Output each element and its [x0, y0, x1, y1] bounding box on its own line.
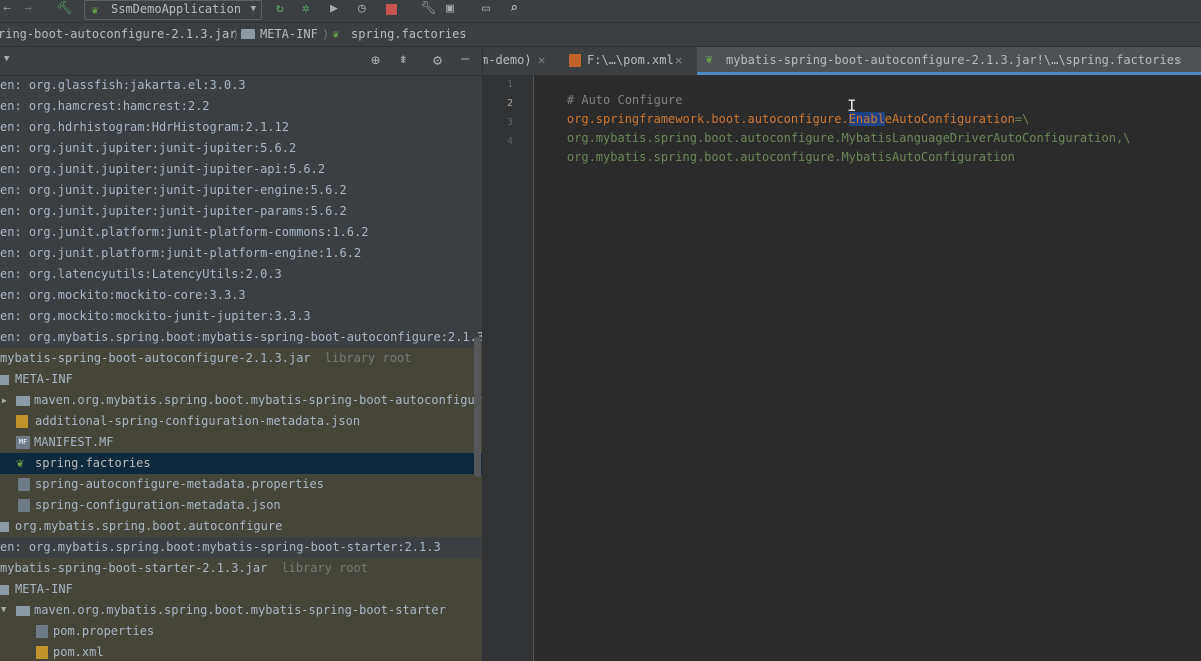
tree-row[interactable]: org.mybatis.spring.boot.autoconfigure — [0, 516, 482, 537]
code-line-4: org.mybatis.spring.boot.autoconfigure.My… — [566, 150, 1015, 164]
run-configuration-dropdown[interactable]: ❦ SsmDemoApplication ▼ — [84, 0, 262, 20]
tree-row[interactable]: MF MANIFEST.MF — [0, 432, 482, 453]
spring-leaf-icon: ❦ — [16, 456, 24, 471]
line-number: 4 — [506, 136, 513, 147]
tree-row[interactable]: en: org.mybatis.spring.boot:mybatis-spri… — [0, 327, 482, 348]
tree-row[interactable]: pom.xml — [0, 642, 482, 661]
spring-leaf-icon: ❦ — [91, 3, 99, 17]
tree-row[interactable]: en: org.glassfish:jakarta.el:3.0.3 — [0, 75, 482, 96]
properties-file-icon — [36, 625, 48, 638]
view-dropdown-icon[interactable]: ▼ — [4, 54, 9, 64]
tree-row[interactable]: en: org.junit.jupiter:junit-jupiter-api:… — [0, 159, 482, 180]
project-structure-icon[interactable]: ▣ — [446, 0, 454, 20]
tree-row[interactable]: spring-autoconfigure-metadata.properties — [0, 474, 482, 495]
chevron-down-icon: ▼ — [250, 4, 256, 14]
spring-factories-icon: ❦ — [332, 27, 340, 41]
spring-leaf-icon: ❦ — [705, 52, 713, 67]
tree-row[interactable]: en: org.hdrhistogram:HdrHistogram:2.1.12 — [0, 117, 482, 138]
terminal-icon[interactable]: ▭ — [482, 0, 490, 20]
tree-row[interactable]: pom.properties — [0, 621, 482, 642]
package-icon — [0, 522, 9, 532]
breadcrumb: ring-boot-autoconfigure-2.1.3.jar ⟩ META… — [0, 23, 1201, 47]
tree-row[interactable]: en: org.junit.jupiter:junit-jupiter-engi… — [0, 180, 482, 201]
editor-tabs: m-demo) ✕ F:\…\pom.xml ✕ ❦ mybatis-sprin… — [483, 47, 1201, 76]
tree-row[interactable]: en: org.hamcrest:hamcrest:2.2 — [0, 96, 482, 117]
tree-row-selected[interactable]: ❦ spring.factories — [0, 453, 482, 474]
close-icon[interactable]: ✕ — [1175, 47, 1182, 73]
rerun-icon[interactable]: ↻ — [276, 0, 284, 20]
settings-wrench-icon[interactable]: 🔧︎ — [420, 0, 437, 20]
tree-row[interactable]: en: org.mockito:mockito-core:3.3.3 — [0, 285, 482, 306]
tree-row[interactable]: en: org.junit.platform:junit-platform-co… — [0, 222, 482, 243]
tree-row[interactable]: spring-configuration-metadata.json — [0, 495, 482, 516]
line-number: 3 — [506, 117, 513, 128]
folder-icon — [16, 396, 30, 406]
coverage-icon[interactable]: ▶ — [330, 0, 338, 20]
tree-row[interactable]: en: org.latencyutils:LatencyUtils:2.0.3 — [0, 264, 482, 285]
locate-icon[interactable]: ⊕ — [371, 51, 380, 69]
breadcrumb-separator: ⟩ — [322, 27, 330, 41]
folder-icon — [241, 29, 255, 39]
library-root-hint: library root — [324, 351, 412, 365]
maven-file-icon — [569, 54, 581, 67]
search-icon[interactable]: ⌕ — [510, 0, 518, 20]
tree-row[interactable]: en: org.junit.platform:junit-platform-en… — [0, 243, 482, 264]
debug-icon[interactable]: ✲ — [302, 0, 310, 20]
tree-row[interactable]: en: org.junit.jupiter:junit-jupiter-para… — [0, 201, 482, 222]
tree-row[interactable]: en: org.mockito:mockito-junit-jupiter:3.… — [0, 306, 482, 327]
expand-arrow-icon[interactable]: ▶ — [2, 390, 7, 411]
folder-icon — [0, 585, 9, 595]
tree-row[interactable]: en: org.mybatis.spring.boot:mybatis-spri… — [0, 537, 482, 558]
json-file-icon — [18, 499, 30, 512]
line-number: 1 — [506, 79, 513, 90]
build-hammer-icon[interactable]: 🔨︎ — [56, 0, 73, 20]
collapse-all-icon[interactable]: ⇟ — [399, 51, 407, 67]
library-root-hint: library root — [281, 561, 369, 575]
code-editor[interactable]: 1 2 3 4 # Auto Configure org.springframe… — [483, 76, 1201, 661]
collapse-arrow-icon[interactable]: ▼ — [1, 600, 6, 621]
breadcrumb-file[interactable]: spring.factories — [351, 23, 467, 45]
tree-row[interactable]: ▶ maven.org.mybatis.spring.boot.mybatis-… — [0, 390, 482, 411]
tree-row-library-root[interactable]: mybatis-spring-boot-autoconfigure-2.1.3.… — [0, 348, 482, 369]
breadcrumb-separator: ⟩ — [232, 27, 240, 41]
forward-icon[interactable]: → — [24, 0, 32, 20]
text-cursor-icon: I — [847, 96, 857, 115]
tab-pom-xml[interactable]: F:\…\pom.xml ✕ — [561, 47, 689, 74]
tree-row[interactable]: META-INF — [0, 369, 482, 390]
tree-row[interactable]: ▼ maven.org.mybatis.spring.boot.mybatis-… — [0, 600, 482, 621]
gear-icon[interactable]: ⚙ — [433, 51, 442, 69]
xml-file-icon — [36, 646, 48, 659]
close-icon[interactable]: ✕ — [538, 47, 545, 73]
back-icon[interactable]: ← — [3, 0, 11, 20]
tree-row-library-root[interactable]: mybatis-spring-boot-starter-2.1.3.jar lib… — [0, 558, 482, 579]
stop-icon[interactable] — [386, 4, 397, 15]
main-toolbar: ← → 🔨︎ ❦ SsmDemoApplication ▼ ↻ ✲ ▶ ◷ 🔧︎… — [0, 0, 1201, 23]
manifest-file-icon: MF — [16, 436, 30, 449]
tree-row[interactable]: additional-spring-configuration-metadata… — [0, 411, 482, 432]
tab-spring-factories[interactable]: ❦ mybatis-spring-boot-autoconfigure-2.1.… — [697, 47, 1201, 75]
json-file-icon — [16, 415, 28, 428]
tab-ssm-demo[interactable]: m-demo) ✕ — [483, 47, 553, 74]
breadcrumb-jar[interactable]: ring-boot-autoconfigure-2.1.3.jar — [0, 23, 236, 45]
line-number: 2 — [506, 98, 513, 109]
project-scrollbar[interactable] — [474, 337, 481, 477]
line-gutter: 1 2 3 4 — [483, 76, 534, 661]
properties-file-icon — [18, 478, 30, 491]
close-icon[interactable]: ✕ — [675, 47, 682, 73]
tree-row[interactable]: META-INF — [0, 579, 482, 600]
breadcrumb-folder[interactable]: META-INF — [260, 23, 318, 45]
profile-icon[interactable]: ◷ — [358, 0, 366, 20]
project-panel-header: ▼ ⊕ ⇟ ⚙ — — [0, 47, 482, 76]
run-configuration-label: SsmDemoApplication — [111, 2, 242, 16]
folder-icon — [16, 606, 30, 616]
tree-row[interactable]: en: org.junit.jupiter:junit-jupiter:5.6.… — [0, 138, 482, 159]
hide-panel-icon[interactable]: — — [461, 51, 469, 67]
project-tool-window: ▼ ⊕ ⇟ ⚙ — en: org.glassfish:jakarta.el:3… — [0, 47, 482, 661]
folder-icon — [0, 375, 9, 385]
